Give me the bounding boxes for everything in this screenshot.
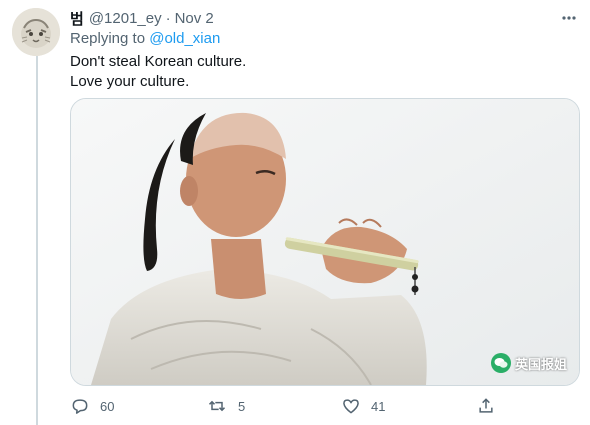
wechat-logo-icon [490,353,511,373]
user-handle[interactable]: @1201_ey [89,10,162,27]
separator-dot: · [165,9,171,27]
replying-to-label: Replying to [70,30,146,47]
mention-link[interactable]: @old_xian [149,30,220,47]
tweet-text: Don't steal Korean culture. Love your cu… [70,52,246,92]
thread-connector-line [36,56,38,425]
tweet-media-image[interactable]: 英国报姐 [70,98,580,386]
tweet-text-line-1: Don't steal Korean culture. [70,53,247,70]
reply-button[interactable]: 60 [70,394,114,418]
reply-icon [72,399,88,414]
more-options-icon[interactable] [560,9,578,27]
retweet-count: 5 [238,398,246,414]
reply-count: 60 [100,398,115,414]
tweet-actions: 60 5 41 [70,394,510,418]
watermark: 英国报姐 [490,353,567,373]
display-name[interactable]: 범 [70,8,84,29]
tiger-avatar-icon [12,8,60,56]
avatar[interactable] [12,8,60,56]
like-count: 41 [371,398,386,414]
replying-to: Replying to @old_xian [70,30,220,47]
heart-icon [343,399,359,414]
tweet-header: 범 @1201_ey · Nov 2 [70,7,560,29]
tweet-text-line-2: Love your culture. [70,73,190,90]
retweet-button[interactable]: 5 [206,394,245,418]
watermark-text: 英国报姐 [514,356,567,372]
like-button[interactable]: 41 [341,394,385,418]
retweet-icon [208,400,226,412]
photo-man-playing-flute-icon [71,99,579,385]
share-icon [479,398,493,413]
share-button[interactable] [476,394,496,418]
tweet-date[interactable]: Nov 2 [175,10,214,27]
